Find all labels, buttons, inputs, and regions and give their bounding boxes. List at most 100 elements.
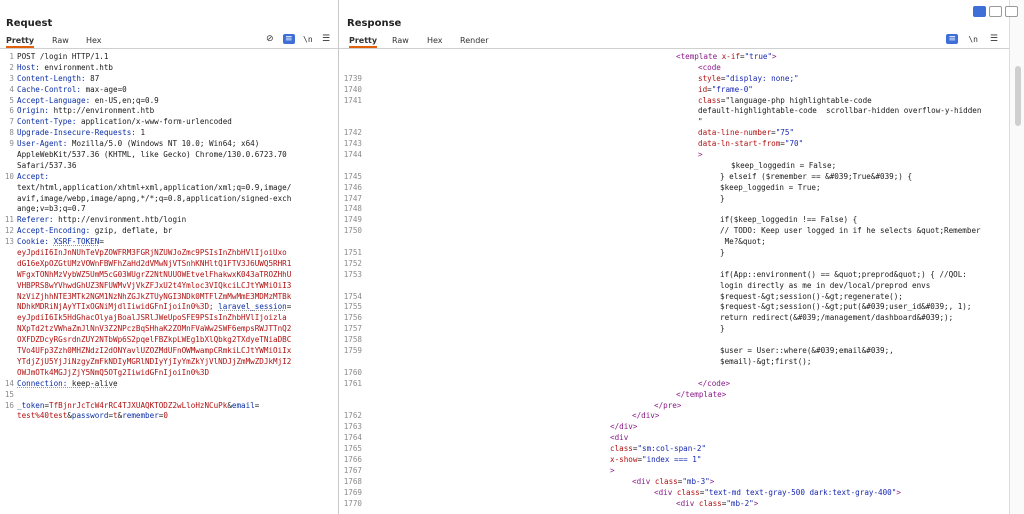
request-line: 16 _token = TfBjnrJcTcW4rRC4TJXUAQKTODZ2wLl… (0, 401, 338, 412)
header-name: Connection: (17, 378, 68, 388)
response-line-text: $email)-&gt;first(); (720, 356, 812, 366)
request-line: eyJpdiI6Ik5HdGhacOlyajBoalJSRlJWeUpoSFE9… (0, 313, 338, 324)
request-tab-raw[interactable]: Raw (52, 36, 69, 45)
eye-slash-icon[interactable]: ⊘ (266, 34, 274, 44)
response-line-text: style="display: none;" (368, 74, 799, 85)
line-number: 1740 (343, 84, 362, 94)
response-line: 1759 $user = User::where(&#039;email&#039… (339, 346, 1010, 357)
request-line: dG16eXpOZGtUMzVOWnFBWFhZaHd2dVMwNjVTSnhK… (0, 259, 338, 270)
request-line: eyJpdiI6InJnNUhTeVpZOWFRM3FGRjNZUWJoZmc9… (0, 248, 338, 259)
response-tab-pretty[interactable]: Pretty (349, 36, 378, 48)
line-number: 1761 (343, 378, 362, 388)
param-name: remember (122, 411, 159, 421)
response-line: 1742 data-line-number="75" (339, 128, 1010, 139)
line-number: 16 (4, 400, 14, 410)
line-number (0, 259, 17, 270)
request-line: WFgxTONhMzVybWZ5UmM5cG03WUgrZ2NtNUUOWEtv… (0, 270, 338, 281)
line-number (0, 183, 17, 194)
request-line: YTdjZjU5YjJiNzgyZmFkNDIyMGRlNDIyYjIyYmZk… (0, 357, 338, 368)
equals: = (254, 400, 260, 410)
cookie-value: dG16eXpOZGtUMzVOWnFBWFhZaHd2dVMwNjVTSnhK… (17, 258, 292, 268)
line-number (0, 194, 17, 205)
response-tab-raw[interactable]: Raw (392, 36, 409, 45)
line-number (339, 401, 368, 412)
response-line: Me?&quot; (339, 237, 1010, 248)
response-tab-render[interactable]: Render (460, 36, 488, 45)
line-number (339, 161, 368, 172)
vertical-view-icon[interactable] (1005, 6, 1018, 17)
request-line: 10 Accept: (0, 172, 338, 183)
wrap-lines-icon[interactable]: ≡ (946, 34, 958, 44)
line-number: 12 (4, 226, 14, 236)
request-line-text: _token = TfBjnrJcTcW4rRC4TJXUAQKTODZ2wLloH… (17, 401, 259, 412)
response-line: 1770 <div class="mb-2"> (339, 499, 1010, 510)
response-line-text: data-ln-start-from="70" (368, 139, 803, 150)
code-text: "language-php highlightable-code (725, 95, 872, 105)
line-number (339, 52, 368, 63)
request-line: avif,image/webp,image/apng,*/*;q=0.8,app… (0, 194, 338, 205)
request-line: 9 User-Agent: Mozilla/5.0 (Windows NT 10.… (0, 139, 338, 150)
line-number: 1743 (343, 139, 362, 149)
request-tab-hex[interactable]: Hex (86, 36, 102, 45)
header-value: http://environment.htb (49, 106, 155, 116)
tag: > (632, 422, 638, 432)
header-name: Accept-Language: (17, 95, 91, 105)
response-line: 1753 if(App::environment() == &quot;prepr… (339, 270, 1010, 281)
response-line: <code (339, 63, 1010, 74)
attr-value: "display: none;" (725, 73, 799, 83)
line-number: 1746 (343, 182, 362, 192)
hamburger-menu-icon[interactable]: ☰ (322, 34, 330, 44)
request-line-text: Accept-Language: en-US,en;q=0.9 (17, 96, 159, 107)
request-line-text: eyJpdiI6InJnNUhTeVpZOWFRM3FGRjNZUWJoZmc9… (17, 248, 287, 259)
request-line-text: eyJpdiI6Ik5HdGhacOlyajBoalJSRlJWeUpoSFE9… (17, 313, 287, 324)
newline-icon[interactable]: \n (968, 35, 978, 44)
cookie-value: VHBPRS8wYVhwdGhUZ3NFUWMvVjVkZFJxU2t4Ymlo… (17, 280, 292, 290)
request-line-text: Host: environment.htb (17, 63, 113, 74)
response-editor[interactable]: <template x-if="true"> <code 1739 style="di… (339, 52, 1010, 514)
wrap-lines-icon[interactable]: ≡ (283, 34, 295, 44)
newline-icon[interactable]: \n (303, 35, 313, 44)
horizontal-view-icon[interactable] (989, 6, 1002, 17)
response-line-text: <div class="text-md text-gray-500 dark:t… (368, 488, 901, 499)
request-line: text/html,application/xhtml+xml,applicat… (0, 183, 338, 194)
cookie-value: YTdjZjU5YjJiNzgyZmFkNDIyMGRlNDIyYjIyYmZk… (17, 356, 292, 366)
code-text: " (698, 117, 703, 127)
response-line: 1743 data-ln-start-from="70" (339, 139, 1010, 150)
request-line: TVo4UFp3Zzh0MHZNdzI2dONYavlUZOZMdUFnOWMw… (0, 346, 338, 357)
response-line: 1754 $request-&gt;session()-&gt;regenerat… (339, 292, 1010, 303)
response-line-text: <div class="mb-2"> (368, 499, 758, 510)
tag: <template (676, 52, 718, 61)
response-line: 1763 </div> (339, 422, 1010, 433)
line-number (0, 335, 17, 346)
request-line: AppleWebKit/537.36 (KHTML, like Gecko) C… (0, 150, 338, 161)
tag: > (725, 378, 731, 388)
response-tab-hex[interactable]: Hex (427, 36, 443, 45)
line-number: 2 (9, 62, 14, 72)
line-number (339, 390, 368, 401)
request-line: 3 Content-Length: 87 (0, 74, 338, 85)
request-tab-pretty[interactable]: Pretty (6, 36, 35, 48)
response-line-text: $request-&gt;session()-&gt;put(&#039;use… (720, 302, 972, 312)
request-line: 7 Content-Type: application/x-www-form-ur… (0, 117, 338, 128)
scrollbar-thumb[interactable] (1015, 66, 1021, 126)
line-number (339, 106, 368, 117)
hamburger-menu-icon[interactable]: ☰ (990, 34, 998, 44)
request-line-text: Cache-Control: max-age=0 (17, 85, 127, 96)
line-number: 1765 (343, 444, 362, 454)
request-line-text: POST /login HTTP/1.1 (17, 52, 109, 61)
line-number: 14 (4, 378, 14, 388)
split-view-icon[interactable] (973, 6, 986, 17)
request-editor[interactable]: 1 POST /login HTTP/1.1 2 Host: environment.… (0, 52, 338, 514)
request-line: 4 Cache-Control: max-age=0 (0, 85, 338, 96)
cookie-value: NzViZjhhNTE3MTk2NGM1NzNhZGJkZTUyNGI3NDk0… (17, 291, 292, 301)
response-line-text: </template> (368, 390, 726, 401)
line-number: 1770 (343, 498, 362, 508)
header-value: keep-alive (67, 378, 118, 388)
header-value: 1 (135, 128, 146, 138)
line-number: 1739 (343, 73, 362, 83)
attr-value: "true" (744, 52, 773, 61)
request-line-text: TVo4UFp3Zzh0MHZNdzI2dONYavlUZOZMdUFnOWMw… (17, 346, 291, 357)
line-number (0, 302, 17, 313)
response-line-text: x-show="index === 1" (368, 455, 701, 466)
right-scrollbar[interactable] (1009, 0, 1024, 514)
